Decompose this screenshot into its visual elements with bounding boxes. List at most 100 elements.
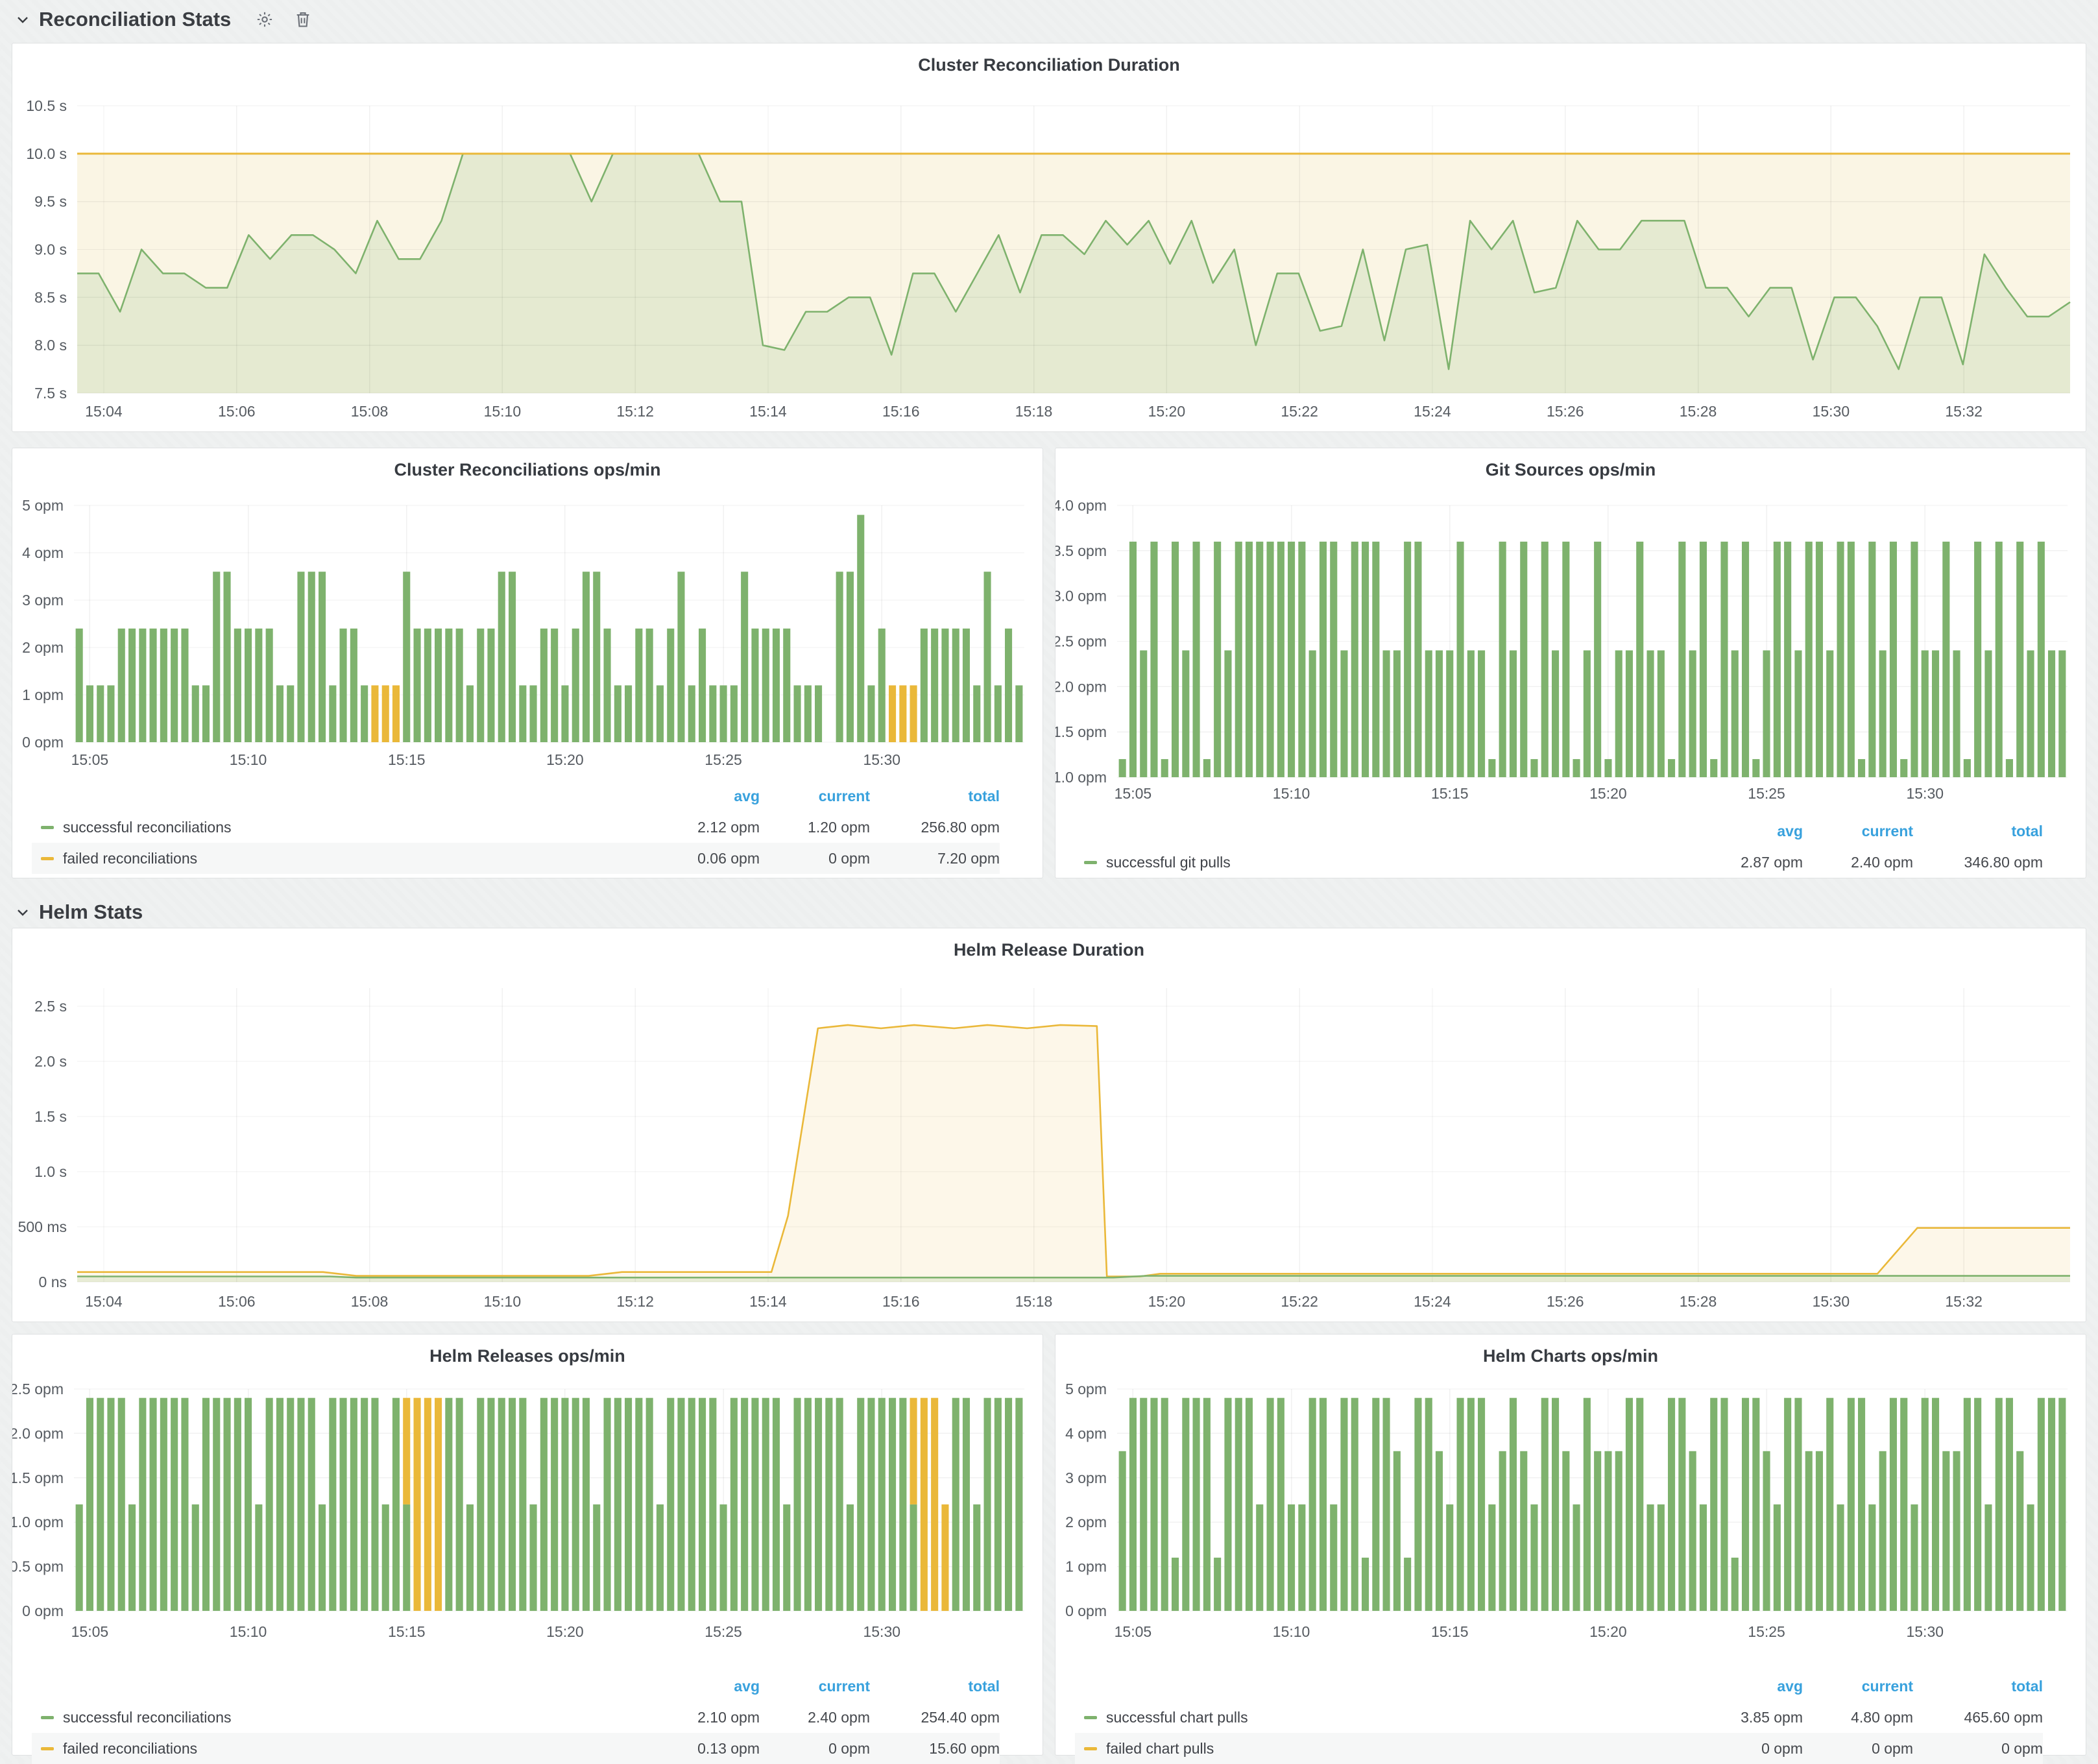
bar-successful (1203, 759, 1211, 777)
bar-successful (519, 685, 526, 742)
bar-successful (561, 685, 568, 742)
legend-column-avg[interactable]: avg (1693, 816, 1803, 847)
bar-successful (255, 1504, 262, 1611)
bar-successful (1604, 1451, 1611, 1611)
cluster-reconciliation-duration-chart[interactable]: 7.5 s8.0 s8.5 s9.0 s9.5 s10.0 s10.5 s15:… (12, 43, 2086, 431)
bar-successful (1763, 1451, 1770, 1611)
bar-successful (867, 685, 874, 742)
legend-row-label[interactable]: failed chart pulls (1075, 1733, 1693, 1764)
bar-successful (319, 572, 326, 742)
bar-successful (1900, 759, 1907, 777)
bar-successful (1890, 542, 1897, 777)
orange-series-swatch-icon (1084, 1747, 1097, 1750)
bar-successful (1488, 1504, 1495, 1611)
bar-successful (2038, 542, 2045, 777)
legend-column-total[interactable]: total (870, 780, 1000, 812)
bar-successful (952, 629, 959, 742)
bar-successful (1330, 1504, 1337, 1611)
trash-icon[interactable] (295, 10, 311, 29)
y-axis-label: 0 opm (1065, 1602, 1107, 1619)
section-header-helm-stats[interactable]: Helm Stats (16, 898, 143, 926)
x-axis-label: 15:15 (388, 751, 426, 768)
legend-column-current[interactable]: current (1803, 816, 1913, 847)
bar-successful (540, 1398, 548, 1611)
y-axis-label: 1.0 opm (12, 1514, 64, 1530)
bar-successful (456, 629, 463, 742)
bars (1119, 1398, 2066, 1611)
bar-successful (1626, 650, 1633, 777)
x-axis-label: 15:05 (1115, 785, 1152, 802)
bar-successful (1015, 685, 1022, 742)
bar-successful (973, 1504, 980, 1611)
bar-successful (181, 629, 188, 742)
bar-successful (1942, 1451, 1949, 1611)
x-axis-label: 15:10 (1273, 785, 1310, 802)
legend-column-current[interactable]: current (760, 780, 870, 812)
bar-successful (1288, 1504, 1295, 1611)
bar-successful (1658, 650, 1665, 777)
x-axis-label: 15:30 (863, 751, 900, 768)
bar-successful (245, 629, 252, 742)
bar-successful (86, 685, 93, 742)
bar-failed (889, 685, 896, 742)
legend-column-avg[interactable]: avg (1693, 1671, 1803, 1702)
legend-column-total[interactable]: total (870, 1671, 1000, 1702)
x-axis-label: 15:15 (1431, 785, 1469, 802)
panel-cluster-reconciliations-opm: Cluster Reconciliations ops/min 0 opm1 o… (12, 448, 1043, 878)
legend-row-label[interactable]: failed reconciliations (32, 843, 649, 874)
legend-row-label[interactable]: successful reconciliations (32, 1702, 649, 1733)
bar-successful (1890, 1398, 1897, 1611)
legend-row-label[interactable]: successful git pulls (1075, 847, 1693, 878)
legend-row-label[interactable]: successful reconciliations (32, 812, 649, 843)
bar-successful (86, 1398, 93, 1611)
legend-column-total[interactable]: total (1913, 1671, 2043, 1702)
legend-column-avg[interactable]: avg (649, 780, 760, 812)
bar-successful (1393, 650, 1401, 777)
git-sources-chart[interactable]: 1.0 opm1.5 opm2.0 opm2.5 opm3.0 opm3.5 o… (1055, 448, 2086, 878)
bar-successful (1530, 1504, 1537, 1611)
bar-successful (1362, 542, 1369, 777)
x-axis-label: 15:16 (882, 1293, 920, 1310)
y-axis-label: 0 opm (22, 734, 64, 751)
x-axis-label: 15:28 (1680, 1293, 1717, 1310)
bar-successful (424, 629, 431, 742)
legend-row-label[interactable]: failed reconciliations (32, 1733, 649, 1764)
bar-successful (1436, 1451, 1443, 1611)
bar-successful (1784, 1398, 1791, 1611)
bar-successful (551, 1398, 558, 1611)
bar-successful (941, 629, 948, 742)
legend-series-name: failed reconciliations (63, 1740, 197, 1758)
bar-successful (699, 1398, 706, 1611)
bar-successful (1309, 650, 1316, 777)
orange-series-swatch-icon (41, 1747, 54, 1750)
helm-release-duration-chart[interactable]: 0 ns500 ms1.0 s1.5 s2.0 s2.5 s15:0415:06… (12, 928, 2086, 1322)
bar-successful (171, 629, 178, 742)
bar-successful (984, 1398, 991, 1611)
bar-successful (815, 685, 822, 742)
bar-failed (910, 685, 917, 742)
legend-column-total[interactable]: total (1913, 816, 2043, 847)
bar-successful (150, 1398, 157, 1611)
x-axis-label: 15:14 (749, 403, 787, 420)
bar-successful (1541, 542, 1549, 777)
bar-successful (1467, 650, 1475, 777)
bar-successful (160, 1398, 167, 1611)
legend-row-label[interactable]: successful chart pulls (1075, 1702, 1693, 1733)
bar-successful (530, 685, 537, 742)
x-axis-label: 15:06 (218, 1293, 256, 1310)
legend-column-avg[interactable]: avg (649, 1671, 760, 1702)
gear-icon[interactable] (256, 10, 274, 29)
bars (1119, 542, 2066, 777)
bar-successful (899, 1398, 906, 1611)
legend-value-avg: 2.12 opm (649, 812, 760, 843)
chevron-down-icon (16, 905, 30, 919)
section-header-reconciliation-stats[interactable]: Reconciliation Stats (16, 5, 311, 34)
bar-successful (1689, 1451, 1696, 1611)
legend-column-current[interactable]: current (760, 1671, 870, 1702)
bar-successful (477, 1398, 484, 1611)
legend-series-name: successful reconciliations (63, 819, 232, 836)
bar-successful (202, 1398, 210, 1611)
legend-table: avgcurrenttotalsuccessful git pulls2.87 … (1075, 816, 2043, 878)
bar-successful (973, 685, 980, 742)
legend-column-current[interactable]: current (1803, 1671, 1913, 1702)
